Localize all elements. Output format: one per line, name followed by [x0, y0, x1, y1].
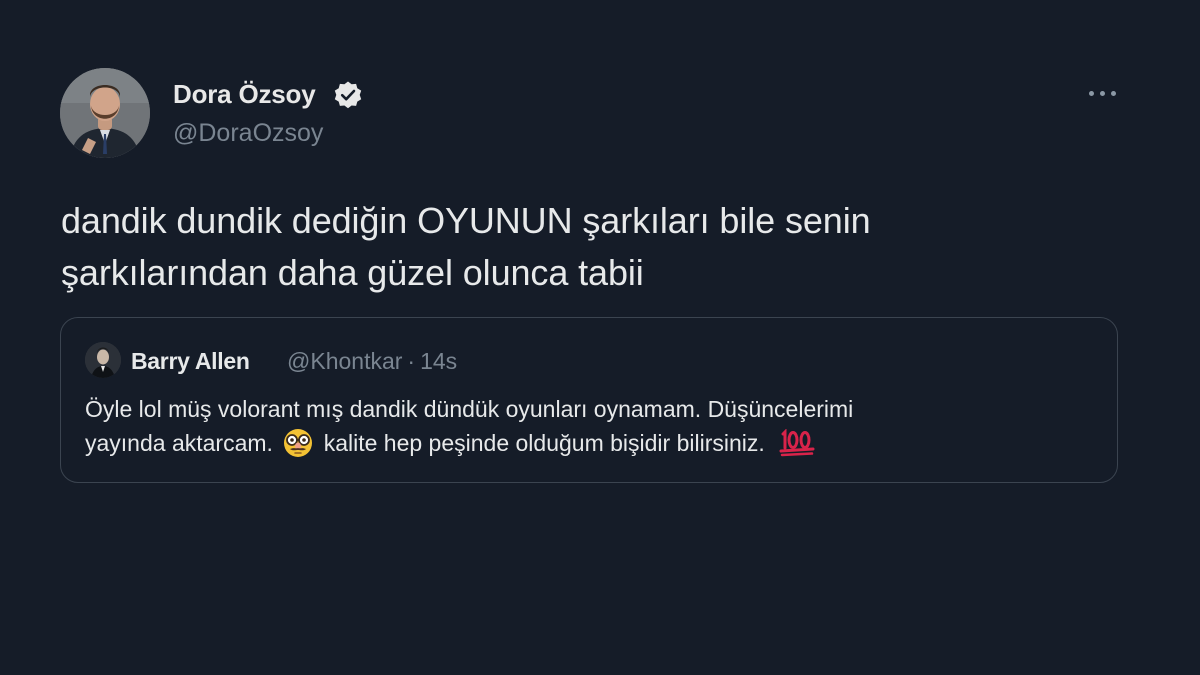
tweet-card: Dora Özsoy @DoraOzsoy dandik dundik dedi… — [0, 0, 1200, 675]
author-name[interactable]: Dora Özsoy — [173, 79, 316, 110]
tweet-text-line: dandik dundik dediğin OYUNUN şarkıları b… — [61, 200, 871, 241]
quoted-text-segment: kalite hep peşinde olduğum bişidir bilir… — [323, 430, 765, 456]
hundred-points-emoji-icon — [779, 429, 815, 457]
quoted-author-handle[interactable]: @Khontkar — [287, 348, 402, 374]
tweet-text: dandik dundik dediğin OYUNUN şarkıları b… — [61, 195, 1121, 299]
quoted-author-name[interactable]: Barry Allen — [131, 348, 250, 375]
tweet-text-line: şarkılarından daha güzel olunca tabii — [61, 252, 644, 293]
quoted-author-avatar[interactable] — [85, 342, 121, 378]
meta-separator: · — [407, 348, 416, 374]
quoted-text-line: yayında aktarcam. kalite hep peşinde old… — [85, 426, 1095, 460]
more-dot — [1111, 91, 1116, 96]
more-dot — [1100, 91, 1105, 96]
quoted-text-segment: yayında aktarcam. — [85, 430, 273, 456]
more-dot — [1089, 91, 1094, 96]
author-handle[interactable]: @DoraOzsoy — [173, 119, 323, 148]
quoted-meta: @Khontkar · 14s — [287, 348, 457, 375]
quoted-timestamp[interactable]: 14s — [420, 348, 457, 374]
quoted-text: Öyle lol müş volorant mış dandik dündük … — [85, 392, 1095, 460]
quoted-text-line: Öyle lol müş volorant mış dandik dündük … — [85, 396, 854, 422]
more-options-icon[interactable] — [1087, 90, 1119, 98]
verified-badge-icon — [334, 81, 362, 109]
profile-photo-icon — [60, 68, 150, 158]
author-avatar[interactable] — [60, 68, 150, 158]
quoted-profile-photo-icon — [85, 342, 121, 378]
quoted-tweet[interactable]: Barry Allen @Khontkar · 14s Öyle lol müş v… — [60, 317, 1118, 483]
disguised-face-emoji-icon — [284, 429, 313, 457]
